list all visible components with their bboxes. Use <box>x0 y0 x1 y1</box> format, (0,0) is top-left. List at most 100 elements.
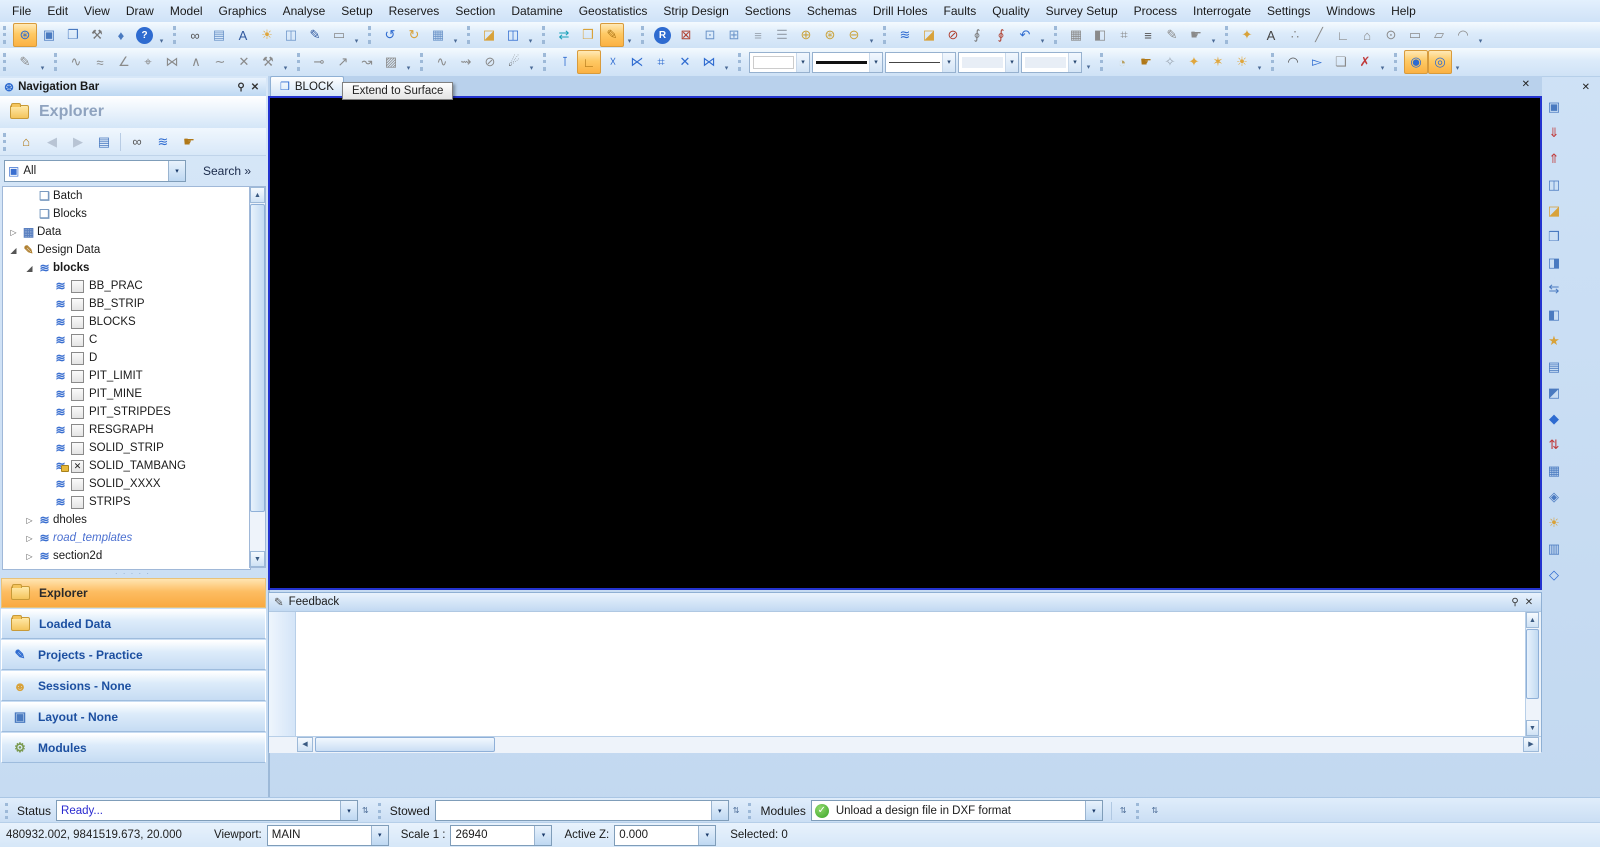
toolbar-grip[interactable] <box>173 26 180 44</box>
zoom-point-icon[interactable]: ⊕ <box>794 23 818 47</box>
modules-dropdown[interactable]: ✓ Unload a design file in DXF format ▾ <box>810 800 1103 821</box>
zoom-out-icon[interactable]: ⊖ <box>842 23 866 47</box>
toolbar-grip[interactable] <box>3 132 10 151</box>
snap-cross-icon[interactable]: ☓ <box>601 50 625 74</box>
sun-icon[interactable]: ☀ <box>1230 50 1254 74</box>
line-width-dropdown[interactable]: ▾ <box>812 51 883 73</box>
swap-view-icon[interactable]: ⇆ <box>1545 280 1563 297</box>
tree-scrollbar[interactable]: ▲ ▼ <box>249 186 266 568</box>
tree-item-blocks[interactable]: ◢ ≋ blocks <box>3 259 250 277</box>
menu-item-setup[interactable]: Setup <box>333 1 380 21</box>
undo-icon[interactable]: ↶ <box>1013 23 1037 47</box>
toolbar-grip[interactable] <box>641 26 648 44</box>
menu-item-windows[interactable]: Windows <box>1318 1 1383 21</box>
snap-mid-icon[interactable]: ⋉ <box>625 50 649 74</box>
rectangle-tool-icon[interactable]: ▭ <box>1403 23 1427 47</box>
grid-display-icon[interactable]: ▦ <box>1064 23 1088 47</box>
zoom-window-icon[interactable]: ⊡ <box>698 23 722 47</box>
toolbar-overflow-icon[interactable]: ▾ <box>1083 63 1094 73</box>
tree-item-strips[interactable]: ≋ STRIPS <box>3 493 250 511</box>
toolbar-overflow-icon[interactable]: ▾ <box>1377 64 1388 74</box>
filter-string-icon[interactable]: ⊘ <box>478 50 502 74</box>
tree-item-road-templates[interactable]: ▷ ≋ road_templates <box>3 529 250 547</box>
dropdown-arrow-icon[interactable]: ▾ <box>340 801 358 820</box>
toolbar-grip[interactable] <box>368 26 375 44</box>
panel-bar-explorer[interactable]: Explorer <box>1 578 266 608</box>
menu-item-graphics[interactable]: Graphics <box>211 1 275 21</box>
layer-visibility-checkbox[interactable] <box>71 279 84 293</box>
menu-item-settings[interactable]: Settings <box>1259 1 1318 21</box>
menu-item-analyse[interactable]: Analyse <box>275 1 334 21</box>
new-layer-icon[interactable]: ✦ <box>1235 23 1259 47</box>
dropdown-arrow-icon[interactable]: ▾ <box>168 161 185 181</box>
unload-layers-icon[interactable]: ⊘ <box>941 23 965 47</box>
toolbar-overflow-icon[interactable]: ▾ <box>450 37 461 47</box>
toolbar-overflow-icon[interactable]: ⇅ <box>1152 807 1159 815</box>
sync-views-icon[interactable]: ⇅ <box>1545 436 1563 453</box>
tree-item-pit-mine[interactable]: ≋ PIT_MINE <box>3 385 250 403</box>
tree-item-solid-tambang[interactable]: ≋✕ SOLID_TAMBANG <box>3 457 250 475</box>
status-dropdown[interactable]: Ready... ▾ <box>56 800 359 821</box>
menu-item-process[interactable]: Process <box>1126 1 1185 21</box>
panel-bar-loaded-data[interactable]: Loaded Data <box>1 609 266 639</box>
polygon-tool-icon[interactable]: ⌂ <box>1355 23 1379 47</box>
panel-bar-modules[interactable]: ⚙ Modules <box>1 733 266 763</box>
tree-expander-icon[interactable]: ▷ <box>23 516 36 525</box>
back-icon[interactable]: ◀ <box>39 130 65 154</box>
layer-back-icon[interactable]: ≡ <box>746 23 770 47</box>
tree-item-c[interactable]: ≋ C <box>3 331 250 349</box>
toolbar-overflow-icon[interactable]: ▾ <box>1475 37 1486 47</box>
design-file-icon[interactable]: ❒ <box>576 23 600 47</box>
tree-item-bb-strip[interactable]: ≋ BB_STRIP <box>3 295 250 313</box>
smooth-string-icon[interactable]: ≈ <box>88 50 112 74</box>
toolbar-overflow-icon[interactable]: ▾ <box>280 64 291 74</box>
details-view-icon[interactable]: ▤ <box>91 130 117 154</box>
tree-item-section2d[interactable]: ▷ ≋ section2d <box>3 547 250 565</box>
menu-item-model[interactable]: Model <box>162 1 211 21</box>
toolbar-grip[interactable] <box>3 53 10 71</box>
tree-item-design-data[interactable]: ◢ ✎ Design Data <box>3 241 250 259</box>
dropdown-arrow-icon[interactable]: ▾ <box>1068 52 1081 72</box>
dropdown-arrow-icon[interactable]: ▾ <box>942 52 955 72</box>
clip-string-icon[interactable]: ⋈ <box>160 50 184 74</box>
tree-item-dholes[interactable]: ▷ ≋ dholes <box>3 511 250 529</box>
drape-string-icon[interactable]: ↝ <box>355 50 379 74</box>
dim-lights-icon[interactable]: ✧ <box>1158 50 1182 74</box>
snapshot-image-icon[interactable]: ▦ <box>426 23 450 47</box>
snap-x-icon[interactable]: ✕ <box>673 50 697 74</box>
toolbar-overflow-icon[interactable]: ▾ <box>37 64 48 74</box>
page-select-icon[interactable]: ❏ <box>1329 50 1353 74</box>
scroll-right-icon[interactable]: ▶ <box>1523 737 1539 752</box>
lasso-select-icon[interactable]: ◠ <box>1281 50 1305 74</box>
menu-item-interrogate[interactable]: Interrogate <box>1185 1 1259 21</box>
layer-visibility-checkbox[interactable] <box>71 441 84 455</box>
edit-lock-icon[interactable]: ✎ <box>600 23 624 47</box>
toolbar-grip[interactable] <box>467 26 474 44</box>
viewport-dropdown[interactable]: MAIN ▾ <box>266 824 389 846</box>
toolbar-overflow-icon[interactable]: ▾ <box>526 64 537 74</box>
tree-expander-icon[interactable]: ▷ <box>23 552 36 561</box>
menu-item-view[interactable]: View <box>76 1 118 21</box>
menu-item-draw[interactable]: Draw <box>118 1 162 21</box>
layer-visibility-checkbox[interactable] <box>71 333 84 347</box>
symbol-style-dropdown[interactable]: ▾ <box>1021 51 1082 73</box>
toolbar-overflow-icon[interactable]: ▾ <box>1037 37 1048 47</box>
panel-splitter[interactable]: . . . . . <box>0 569 266 576</box>
zoom-extents-icon[interactable]: ⊠ <box>674 23 698 47</box>
layer-visibility-checkbox[interactable] <box>71 351 84 365</box>
toolbar-grip[interactable] <box>883 26 890 44</box>
menu-item-help[interactable]: Help <box>1383 1 1424 21</box>
ink-pen-icon[interactable]: ✎ <box>1160 23 1184 47</box>
surface-project-icon[interactable]: ▨ <box>379 50 403 74</box>
menu-item-edit[interactable]: Edit <box>39 1 76 21</box>
viewport-tab-blocks[interactable]: ❒ BLOCK <box>270 76 344 96</box>
tree-item-bb-prac[interactable]: ≋ BB_PRAC <box>3 277 250 295</box>
menu-item-file[interactable]: File <box>4 1 39 21</box>
toolbar-grip[interactable] <box>1225 26 1232 44</box>
edit-display-icon[interactable]: ▤ <box>207 23 231 47</box>
spline-icon[interactable]: ∼ <box>208 50 232 74</box>
pin-icon[interactable]: ⚲ <box>234 82 248 93</box>
toolbar-overflow-icon[interactable]: ▾ <box>156 37 167 47</box>
layers-icon[interactable]: ≋ <box>150 130 176 154</box>
toolbar-overflow-icon[interactable]: ▾ <box>624 37 635 47</box>
